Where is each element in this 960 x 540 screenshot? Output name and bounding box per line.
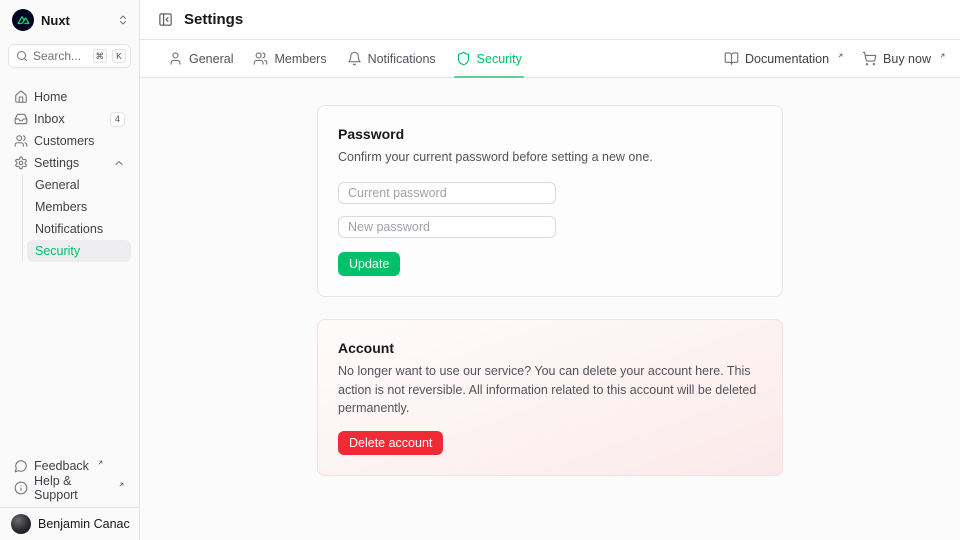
user-menu[interactable]: Benjamin Canac <box>0 507 139 540</box>
app-window: Nuxt Search... ⌘ K Home <box>0 0 960 540</box>
chevron-up-icon <box>113 157 125 169</box>
external-link-icon <box>837 52 844 59</box>
bell-icon <box>347 51 362 66</box>
sidebar-item-members[interactable]: Members <box>27 196 131 218</box>
home-icon <box>14 90 28 104</box>
sidebar-item-label: General <box>35 178 79 192</box>
sidebar-item-notifications[interactable]: Notifications <box>27 218 131 240</box>
search-input[interactable]: Search... ⌘ K <box>8 44 131 68</box>
current-password-field[interactable] <box>338 182 556 204</box>
password-card-title: Password <box>338 126 762 142</box>
buy-now-link[interactable]: Buy now <box>862 51 946 66</box>
message-icon <box>14 459 28 473</box>
user-icon <box>168 51 183 66</box>
tab-label: Members <box>274 52 326 66</box>
sidebar-item-label: Home <box>34 90 67 104</box>
footer-link-label: Feedback <box>34 459 89 473</box>
password-card-description: Confirm your current password before set… <box>338 148 762 167</box>
nuxt-logo-icon <box>12 9 34 31</box>
chevrons-up-down-icon <box>117 14 129 26</box>
main-panel: Settings General Members Notifications <box>140 0 960 540</box>
external-link-icon <box>118 481 125 488</box>
footer-link-label: Help & Support <box>34 474 110 502</box>
sidebar-item-settings[interactable]: Settings <box>8 152 131 174</box>
settings-security-content: Password Confirm your current password b… <box>140 78 960 540</box>
sidebar-item-label: Members <box>35 200 87 214</box>
sidebar-item-label: Notifications <box>35 222 103 236</box>
sidebar-item-general[interactable]: General <box>27 174 131 196</box>
users-icon <box>253 51 268 66</box>
action-label: Buy now <box>883 52 931 66</box>
shopping-cart-icon <box>862 51 877 66</box>
book-open-icon <box>724 51 739 66</box>
kbd-meta: ⌘ <box>93 49 108 63</box>
tab-security[interactable]: Security <box>454 40 524 77</box>
collapse-sidebar-button[interactable] <box>156 10 175 29</box>
sidebar-item-label: Settings <box>34 156 79 170</box>
tab-label: Security <box>477 52 522 66</box>
sidebar: Nuxt Search... ⌘ K Home <box>0 0 140 540</box>
delete-account-button[interactable]: Delete account <box>338 431 443 455</box>
password-card: Password Confirm your current password b… <box>317 105 783 297</box>
avatar <box>11 514 31 534</box>
users-icon <box>14 134 28 148</box>
tab-notifications[interactable]: Notifications <box>345 40 438 77</box>
sidebar-footer: Feedback Help & Support <box>0 449 139 507</box>
panel-left-close-icon <box>158 12 173 27</box>
gear-icon <box>14 156 28 170</box>
help-support-link[interactable]: Help & Support <box>8 477 131 499</box>
new-password-field[interactable] <box>338 216 556 238</box>
account-card: Account No longer want to use our servic… <box>317 319 783 476</box>
user-name: Benjamin Canac <box>38 517 130 531</box>
org-name: Nuxt <box>41 13 70 28</box>
sidebar-nav: Home Inbox 4 Customers Settings <box>0 78 139 262</box>
org-switcher[interactable]: Nuxt <box>0 0 139 40</box>
page-header: Settings <box>140 0 960 40</box>
settings-submenu: General Members Notifications Security <box>22 174 131 262</box>
sidebar-item-security[interactable]: Security <box>27 240 131 262</box>
shield-icon <box>456 51 471 66</box>
tabbar-actions: Documentation Buy now <box>724 40 946 77</box>
inbox-icon <box>14 112 28 126</box>
sidebar-item-customers[interactable]: Customers <box>8 130 131 152</box>
kbd-k: K <box>112 49 126 63</box>
sidebar-item-home[interactable]: Home <box>8 86 131 108</box>
external-link-icon <box>939 52 946 59</box>
tab-label: Notifications <box>368 52 436 66</box>
documentation-link[interactable]: Documentation <box>724 51 844 66</box>
tab-label: General <box>189 52 233 66</box>
external-link-icon <box>97 459 104 466</box>
sidebar-item-label: Customers <box>34 134 94 148</box>
tab-members[interactable]: Members <box>251 40 328 77</box>
settings-tabbar: General Members Notifications Security <box>140 40 960 78</box>
inbox-count-badge: 4 <box>110 112 125 127</box>
sidebar-item-label: Security <box>35 244 80 258</box>
update-password-button[interactable]: Update <box>338 252 400 276</box>
account-card-description: No longer want to use our service? You c… <box>338 362 758 418</box>
page-title: Settings <box>184 11 243 28</box>
sidebar-item-label: Inbox <box>34 112 65 126</box>
action-label: Documentation <box>745 52 829 66</box>
search-placeholder: Search... <box>33 49 88 63</box>
info-icon <box>14 481 28 495</box>
sidebar-item-inbox[interactable]: Inbox 4 <box>8 108 131 130</box>
tab-general[interactable]: General <box>166 40 235 77</box>
account-card-title: Account <box>338 340 762 356</box>
search-icon <box>16 50 28 62</box>
